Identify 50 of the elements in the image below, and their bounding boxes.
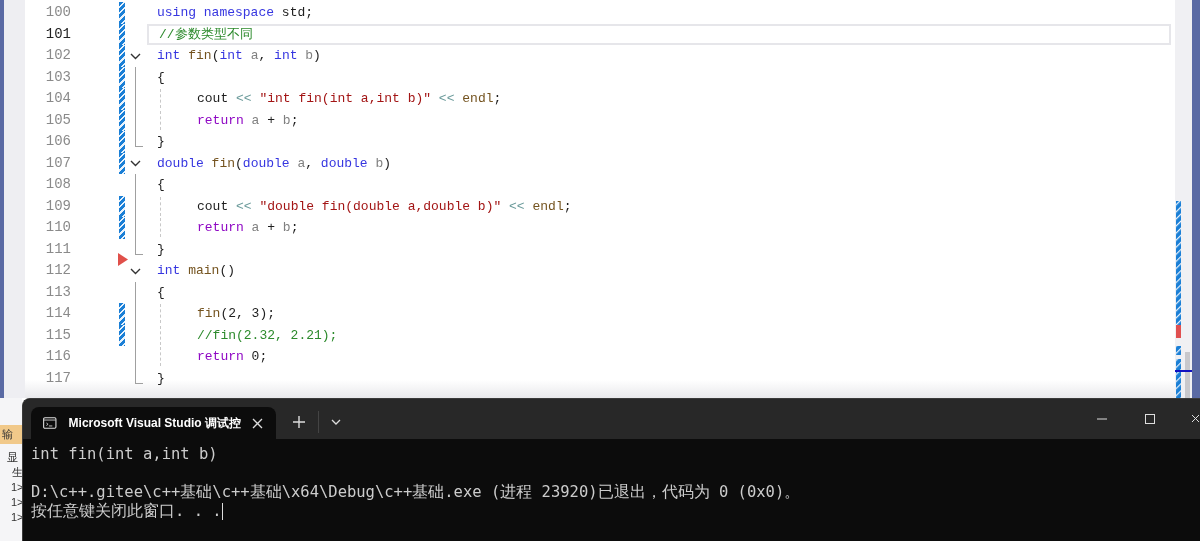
code-line: {	[156, 176, 166, 195]
code-line: cout << "double fin(double a,double b)" << endl;	[196, 197, 573, 216]
code-comment: //fin(2.32, 2.21);	[196, 326, 339, 345]
close-icon	[252, 417, 263, 429]
plus-icon	[293, 416, 305, 428]
code-line: using namespace std;	[156, 4, 315, 23]
line-number: 104	[44, 89, 71, 108]
terminal-tab[interactable]: Microsoft Visual Studio 调试控	[31, 407, 276, 439]
code-line: double fin(double a, double b)	[156, 154, 393, 173]
code-line: return a + b;	[196, 111, 300, 130]
line-number: 101	[44, 24, 71, 44]
terminal-icon	[43, 416, 57, 430]
chevron-down-icon	[331, 419, 341, 425]
console-text: 按任意键关闭此窗口. . .	[31, 502, 222, 521]
line-number: 112	[44, 261, 71, 280]
line-number: 117	[44, 368, 71, 388]
code-line: }	[156, 133, 166, 152]
maximize-icon	[1145, 414, 1155, 424]
line-number: 105	[44, 110, 71, 130]
line-number: 100	[44, 3, 71, 22]
output-text: 生	[11, 464, 22, 480]
code-line: fin(2, 3);	[196, 305, 276, 324]
minimize-icon	[1097, 418, 1107, 420]
line-number: 107	[44, 153, 71, 173]
code-line: cout << "int fin(int a,int b)" << endl;	[196, 90, 503, 109]
output-tab[interactable]: 输	[0, 425, 22, 444]
code-line: {	[156, 283, 166, 302]
code-line: }	[156, 369, 166, 388]
code-line: }	[156, 240, 166, 259]
code-line: return a + b;	[196, 219, 300, 238]
line-number: 114	[44, 304, 71, 323]
console-text: D:\c++.gitee\c++基础\c++基础\x64\Debug\c++基础.exe (进程 23920)已退出，代码为 0 (0x0)。	[31, 483, 801, 502]
code-line: int main()	[156, 262, 237, 281]
line-number: 103	[44, 67, 71, 87]
line-number: 111	[44, 239, 71, 259]
console-text: int fin(int a,int b)	[31, 445, 218, 464]
code-line: int fin(int a, int b)	[156, 47, 322, 66]
line-number: 109	[44, 196, 71, 216]
line-number: 110	[44, 218, 71, 237]
close-icon	[1191, 414, 1199, 424]
code-comment: //参数类型不同	[158, 25, 254, 44]
line-number: 102	[44, 46, 71, 65]
code-line: return 0;	[196, 348, 269, 367]
output-text: 显	[6, 449, 19, 465]
line-number: 113	[44, 282, 71, 302]
line-number: 116	[44, 347, 71, 366]
line-number: 108	[44, 175, 71, 194]
code-line: {	[156, 68, 166, 87]
line-number: 106	[44, 132, 71, 151]
line-number: 115	[44, 325, 71, 345]
